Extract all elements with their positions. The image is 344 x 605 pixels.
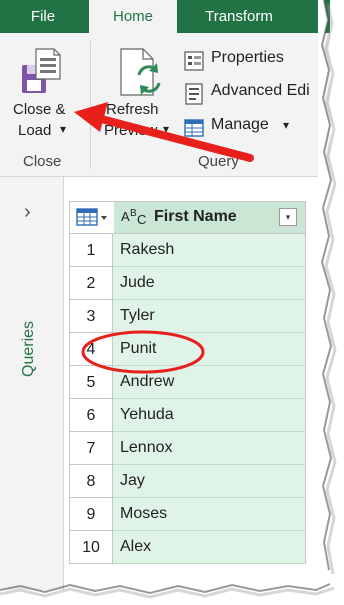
column-header-first-name[interactable]: A B C First Name ▾ xyxy=(114,202,305,233)
table-icon xyxy=(76,208,107,226)
torn-edge-bottom xyxy=(0,583,335,599)
close-load-line2: Load xyxy=(18,122,52,139)
table-row[interactable]: 6 Yehuda xyxy=(69,399,306,432)
ribbon-tab-bar: File Home Transform xyxy=(0,0,330,33)
annotation-ellipse xyxy=(81,330,205,374)
text-type-icon: A B C xyxy=(121,208,146,227)
tab-transform[interactable]: Transform xyxy=(180,0,298,33)
row-number[interactable]: 9 xyxy=(69,498,113,531)
row-number[interactable]: 8 xyxy=(69,465,113,498)
table-row[interactable]: 8 Jay xyxy=(69,465,306,498)
power-query-window: File Home Transform Close & Load ▾ Refre… xyxy=(0,0,330,590)
tab-home[interactable]: Home xyxy=(89,0,177,33)
properties-icon xyxy=(184,51,204,71)
refresh-icon xyxy=(120,48,161,96)
queries-pane: › Queries xyxy=(0,177,64,590)
torn-edge-right xyxy=(318,0,337,590)
queries-pane-label[interactable]: Queries xyxy=(20,287,44,377)
row-number[interactable]: 6 xyxy=(69,399,113,432)
first-name-cell[interactable]: Jay xyxy=(113,465,306,498)
tab-file[interactable]: File xyxy=(0,0,86,33)
row-number[interactable]: 2 xyxy=(69,267,113,300)
annotation-arrow xyxy=(74,102,254,162)
first-name-cell[interactable]: Jude xyxy=(113,267,306,300)
table-row[interactable]: 1 Rakesh xyxy=(69,234,306,267)
close-load-line1: Close & xyxy=(13,101,66,118)
table-row[interactable]: 9 Moses xyxy=(69,498,306,531)
table-row[interactable]: 7 Lennox xyxy=(69,432,306,465)
svg-text:B: B xyxy=(130,208,137,219)
first-name-cell[interactable]: Lennox xyxy=(113,432,306,465)
grid-header: A B C First Name ▾ xyxy=(69,201,306,234)
expand-chevron-icon[interactable]: › xyxy=(24,201,31,224)
table-row[interactable]: 2 Jude xyxy=(69,267,306,300)
row-number[interactable]: 7 xyxy=(69,432,113,465)
column-title: First Name xyxy=(154,208,237,225)
first-name-cell[interactable]: Alex xyxy=(113,531,306,564)
column-filter-dropdown[interactable]: ▾ xyxy=(279,208,297,226)
manage-dropdown-icon: ▾ xyxy=(283,118,290,132)
row-number[interactable]: 1 xyxy=(69,234,113,267)
close-load-icon xyxy=(22,48,61,93)
first-name-cell[interactable]: Yehuda xyxy=(113,399,306,432)
svg-text:A: A xyxy=(121,209,130,224)
svg-text:C: C xyxy=(137,212,146,227)
first-name-cell[interactable]: Moses xyxy=(113,498,306,531)
first-name-cell[interactable]: Rakesh xyxy=(113,234,306,267)
row-number[interactable]: 10 xyxy=(69,531,113,564)
properties-label: Properties xyxy=(211,49,284,66)
group-label-close: Close xyxy=(23,153,62,170)
table-menu-button[interactable] xyxy=(70,202,115,233)
table-row[interactable]: 10 Alex xyxy=(69,531,306,564)
